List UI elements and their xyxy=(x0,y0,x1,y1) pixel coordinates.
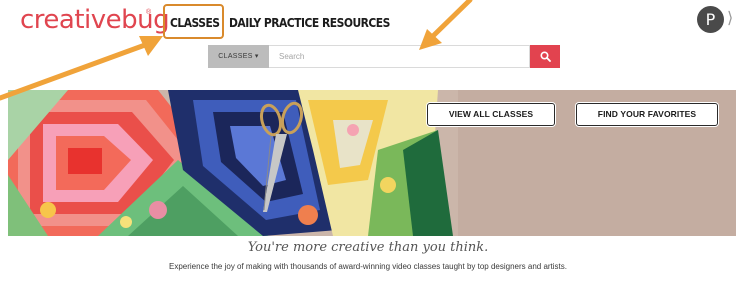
tagline: You're more creative than you think. xyxy=(247,240,489,255)
nav-daily-practice[interactable]: DAILY PRACTICE xyxy=(229,15,319,30)
view-all-classes-button[interactable]: VIEW ALL CLASSES xyxy=(427,103,555,126)
user-avatar[interactable]: P xyxy=(697,6,724,33)
user-menu-caret-icon[interactable]: ⟩ xyxy=(727,8,736,26)
subtagline: Experience the joy of making with thousa… xyxy=(169,262,567,271)
search-icon xyxy=(539,51,551,62)
search-bar: CLASSES ▾ xyxy=(208,45,560,68)
site-header: creativebug ® CLASSES DAILY PRACTICE RES… xyxy=(0,0,736,88)
nav-resources[interactable]: RESOURCES xyxy=(322,15,390,30)
registered-mark: ® xyxy=(146,9,152,16)
classes-highlight-box xyxy=(163,4,224,39)
search-button[interactable] xyxy=(530,45,560,68)
search-input[interactable] xyxy=(269,45,530,68)
find-your-favorites-button[interactable]: FIND YOUR FAVORITES xyxy=(576,103,718,126)
search-category-dropdown[interactable]: CLASSES ▾ xyxy=(208,45,269,68)
